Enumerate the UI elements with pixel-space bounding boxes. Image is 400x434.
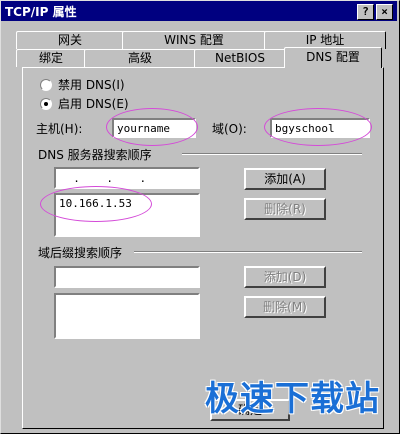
domain-label: 域(O): xyxy=(212,122,247,136)
disable-dns-radio[interactable] xyxy=(40,79,52,91)
add-suffix-button[interactable]: 添加(D) xyxy=(244,266,326,288)
separator xyxy=(182,153,362,155)
enable-dns-radio[interactable] xyxy=(40,98,52,110)
title-bar[interactable]: TCP/IP 属性 ? × xyxy=(1,1,397,21)
tab-bindings[interactable]: 绑定 xyxy=(16,49,86,67)
dns-server-input[interactable]: . . . xyxy=(54,167,200,189)
watermark-logo: 极速下载站 xyxy=(205,379,380,419)
add-dns-server-button[interactable]: 添加(A) xyxy=(244,168,326,190)
tab-gateway[interactable]: 网关 xyxy=(16,31,124,49)
highlight-ellipse xyxy=(264,108,372,146)
suffix-order-label: 域后缀搜索顺序 xyxy=(38,246,123,260)
enable-dns-label: 启用 DNS(E) xyxy=(58,97,129,111)
highlight-ellipse xyxy=(106,108,198,146)
suffix-input[interactable] xyxy=(54,266,200,288)
tab-advanced[interactable]: 高级 xyxy=(84,49,196,67)
suffix-list[interactable] xyxy=(54,293,200,339)
dns-server-order-label: DNS 服务器搜索顺序 xyxy=(38,148,152,162)
remove-dns-server-button[interactable]: 删除(R) xyxy=(244,198,326,220)
help-button[interactable]: ? xyxy=(357,4,374,20)
dns-server-input-value: . . . xyxy=(60,172,147,185)
remove-suffix-button[interactable]: 删除(M) xyxy=(244,296,326,318)
highlight-ellipse xyxy=(40,186,152,222)
window-title: TCP/IP 属性 xyxy=(5,5,77,19)
tab-wins[interactable]: WINS 配置 xyxy=(122,31,266,49)
host-label: 主机(H): xyxy=(36,122,83,136)
tab-dns-config[interactable]: DNS 配置 xyxy=(284,47,382,68)
separator xyxy=(134,251,362,253)
close-button[interactable]: × xyxy=(376,4,393,20)
disable-dns-label: 禁用 DNS(I) xyxy=(58,78,125,92)
tab-netbios[interactable]: NetBIOS xyxy=(194,49,286,67)
